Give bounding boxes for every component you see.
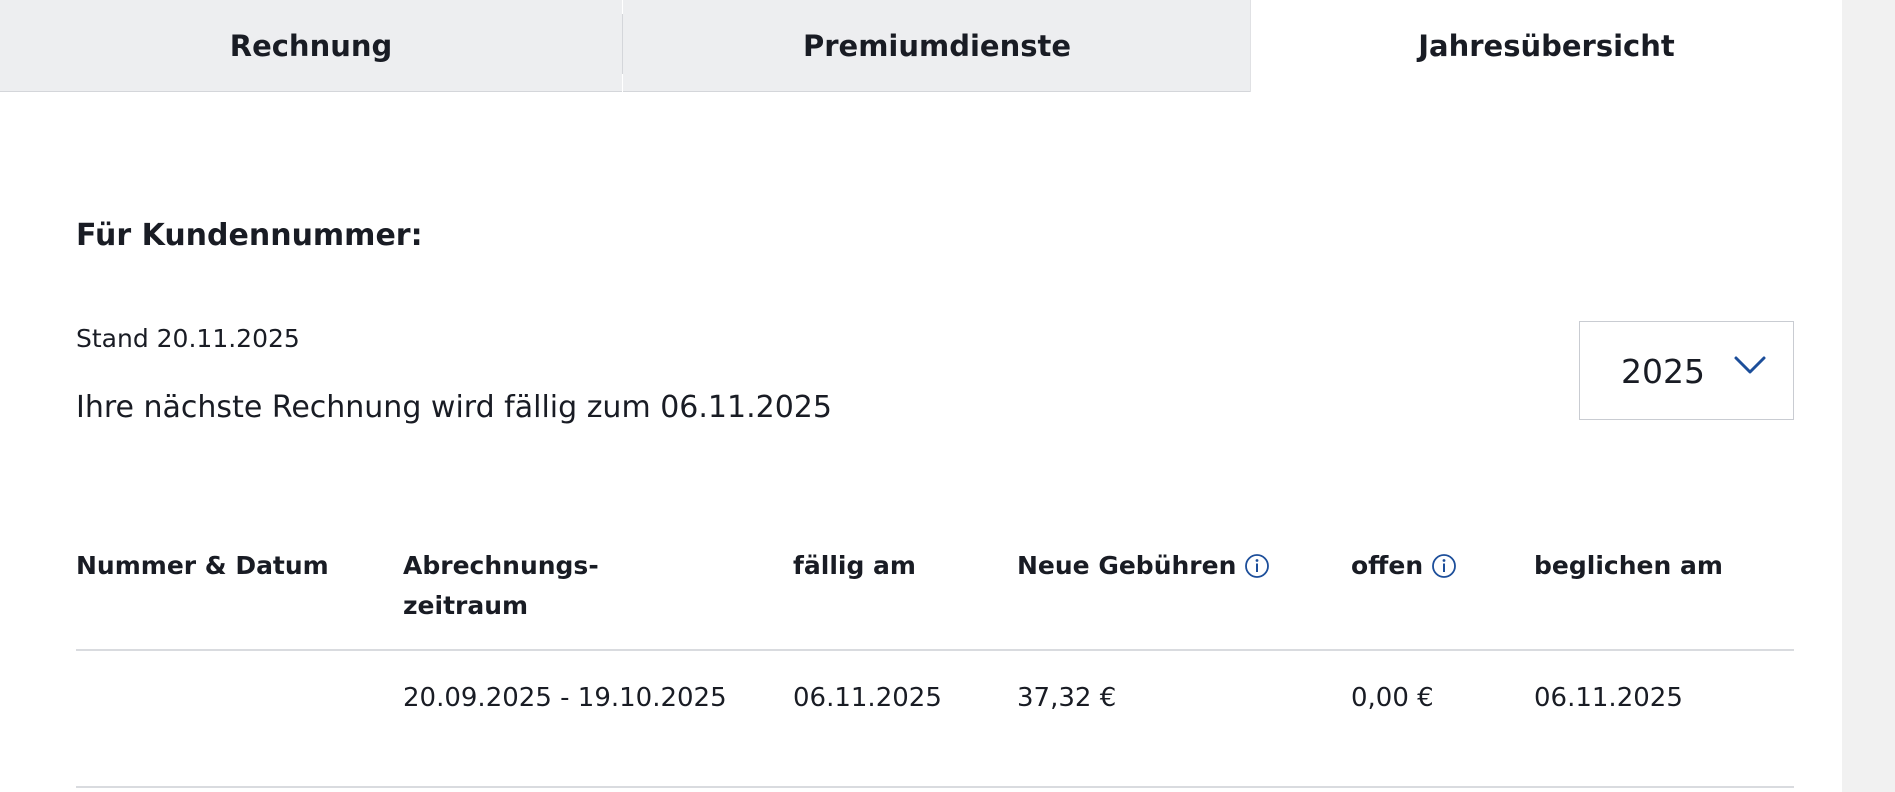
col-header-label: fällig am [793,551,916,580]
col-header-label: Abrechnungs- [403,551,599,580]
col-header-label: beglichen am [1534,551,1723,580]
cell-open: 0,00 € [1351,683,1434,713]
tab-label: Rechnung [229,28,393,63]
tab-jahresuebersicht[interactable]: Jahresübersicht [1250,0,1842,92]
col-header-due: fällig am [793,546,916,586]
col-header-number-date: Nummer & Datum [76,546,329,586]
scrollbar-track[interactable] [1842,0,1895,792]
col-header-paid-on: beglichen am [1534,546,1723,586]
table-divider [76,649,1794,651]
table-divider [76,786,1794,788]
info-icon[interactable] [1244,553,1270,579]
cell-due: 06.11.2025 [793,683,942,713]
cell-paid-on: 06.11.2025 [1534,683,1683,713]
next-bill-notice: Ihre nächste Rechnung wird fällig zum 06… [76,390,832,425]
year-select[interactable]: 2025 [1579,321,1794,420]
chevron-down-icon [1734,356,1766,374]
col-header-label: Neue Gebühren [1017,551,1237,580]
tab-bar: Rechnung Premiumdienste Jahresübersicht [0,0,1842,92]
col-header-label: Nummer & Datum [76,551,329,580]
tab-rechnung[interactable]: Rechnung [0,0,622,92]
cell-new-fees: 37,32 € [1017,683,1117,713]
col-header-period: Abrechnungs- zeitraum [403,546,599,626]
status-date: Stand 20.11.2025 [76,324,300,353]
col-header-new-fees: Neue Gebühren [1017,546,1270,586]
customer-number-heading: Für Kundennummer: [76,218,423,253]
tab-label: Premiumdienste [802,28,1072,63]
col-header-label: offen [1351,551,1424,580]
tab-label: Jahresübersicht [1418,29,1675,63]
tab-premiumdienste[interactable]: Premiumdienste [623,0,1251,92]
info-icon[interactable] [1431,553,1457,579]
year-select-value: 2025 [1621,352,1705,391]
cell-period: 20.09.2025 - 19.10.2025 [403,683,727,713]
col-header-open: offen [1351,546,1457,586]
col-header-label: zeitraum [403,591,529,620]
